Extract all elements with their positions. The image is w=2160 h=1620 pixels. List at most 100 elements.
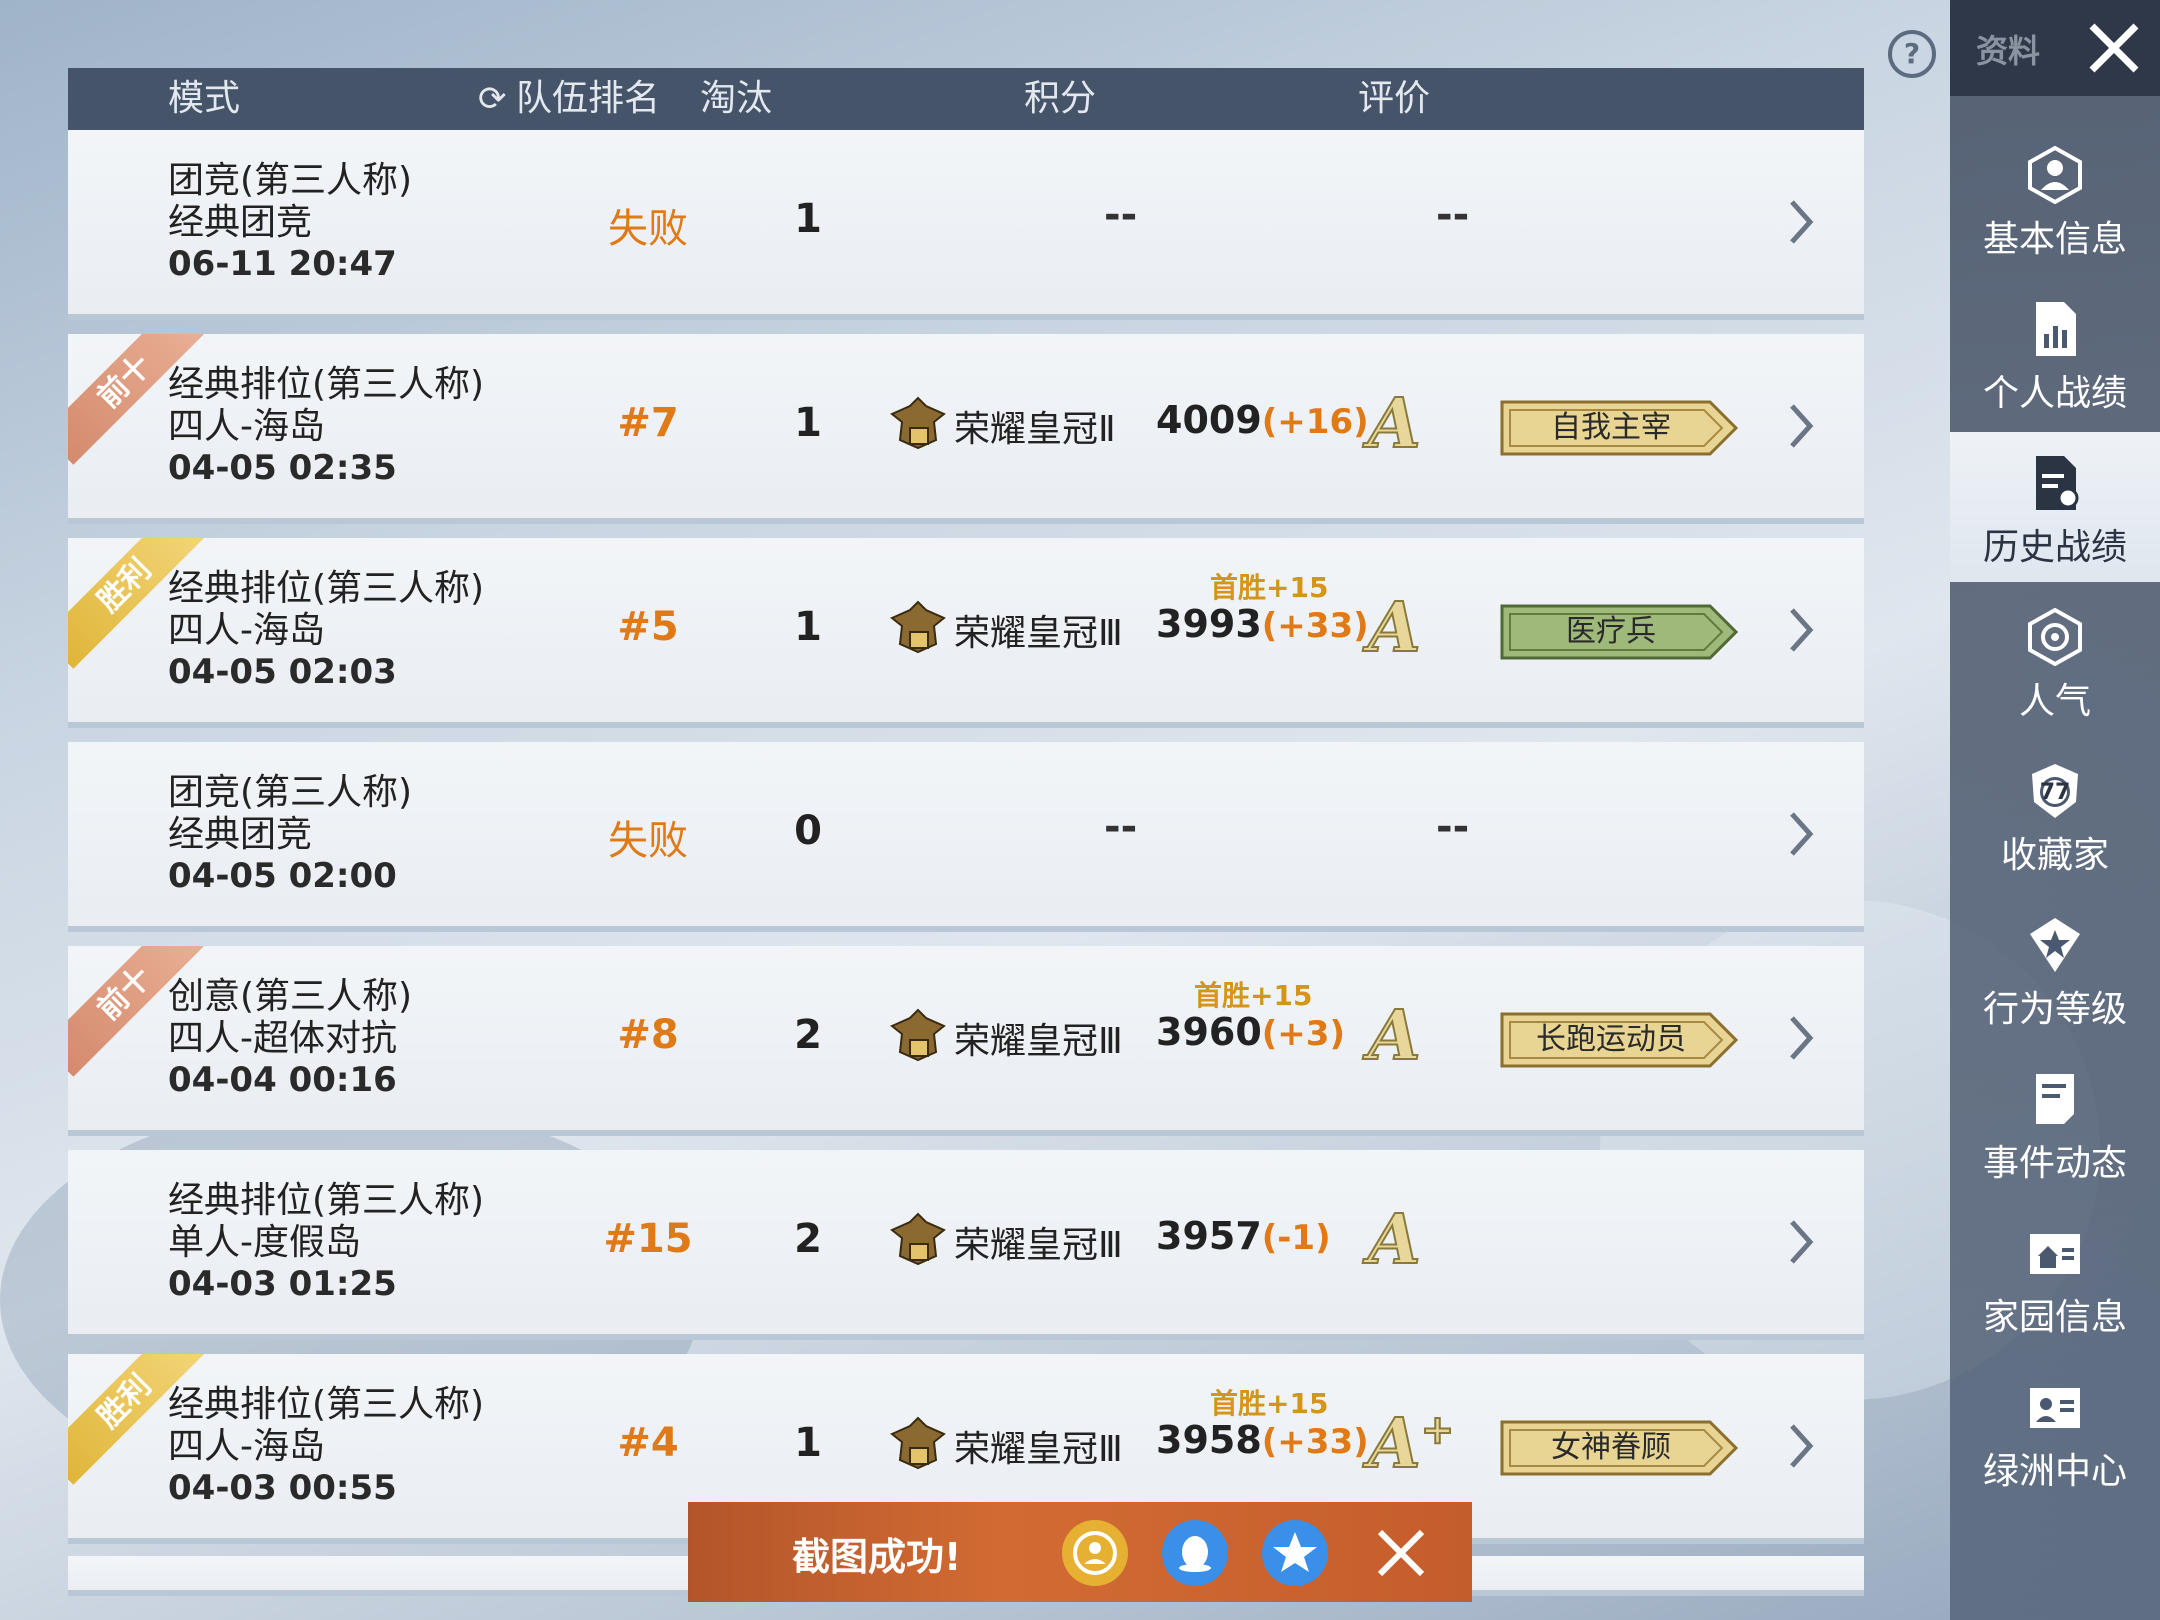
mode-line1: 经典排位(第三人称): [168, 1180, 485, 1221]
header-eliminations: 淘汰: [700, 78, 773, 119]
match-date: 06-11 20:47: [168, 244, 397, 284]
score-delta: (+33): [1261, 1422, 1369, 1462]
match-row[interactable]: 团竞(第三人称) 经典团竞 04-05 02:00 失败 0 -- --: [68, 742, 1864, 932]
sidebar-item-label: 基本信息: [1982, 219, 2127, 260]
header-score: 积分: [1024, 78, 1097, 119]
share-qq-icon[interactable]: [1162, 1520, 1228, 1586]
mode-line2: 经典团竞: [168, 202, 313, 243]
title-badge[interactable]: 女神眷顾: [1500, 1420, 1740, 1476]
sidebar-item-personal-stats[interactable]: 个人战绩: [1950, 278, 2160, 428]
match-row[interactable]: 胜利 经典排位(第三人称) 四人-海岛 04-05 02:03 #5 1 首胜+1…: [68, 538, 1864, 728]
sidebar: 资料 基本信息 个人战绩 历史战绩 人气 77 收藏家 行为等级 事件动态 家园…: [1950, 0, 2160, 1620]
score: 3957(-1): [1156, 1214, 1331, 1258]
tier-name: 荣耀皇冠Ⅲ: [954, 613, 1123, 654]
table-header: 模式 ⟳ 队伍排名 淘汰 积分 评价: [68, 68, 1864, 130]
close-icon[interactable]: [2084, 18, 2144, 78]
sidebar-item-popularity[interactable]: 人气: [1950, 586, 2160, 736]
match-date: 04-05 02:35: [168, 448, 397, 488]
chevron-right-icon[interactable]: [1780, 1008, 1820, 1068]
first-win-bonus: 首胜+15: [1210, 1387, 1329, 1420]
rating-dash: --: [1436, 804, 1470, 850]
crown-tier-icon: [890, 396, 946, 450]
match-row[interactable]: 前十 经典排位(第三人称) 四人-海岛 04-05 02:35 #7 1 荣耀皇冠…: [68, 334, 1864, 524]
score-value: 3993: [1156, 602, 1262, 646]
chevron-right-icon[interactable]: [1780, 600, 1820, 660]
mode-line1: 团竞(第三人称): [168, 772, 413, 813]
mode-line2: 单人-度假岛: [168, 1222, 361, 1263]
mode-line1: 经典排位(第三人称): [168, 364, 485, 405]
match-mode: 团竞(第三人称) 经典团竞: [168, 772, 412, 856]
score-value: 4009: [1156, 398, 1262, 442]
close-icon[interactable]: [1374, 1526, 1428, 1580]
score: 3960(+3): [1156, 1010, 1345, 1054]
score-value: 3957: [1156, 1214, 1262, 1258]
sidebar-item-label: 行为等级: [1982, 989, 2127, 1030]
score-dash: --: [1104, 192, 1138, 238]
event-icon: [2036, 1074, 2074, 1124]
grade-plus: +: [1420, 1405, 1455, 1454]
share-friends-icon[interactable]: [1062, 1520, 1128, 1586]
sidebar-item-history[interactable]: 历史战绩: [1950, 432, 2160, 582]
crown-tier-icon: [890, 1416, 946, 1470]
header-mode: 模式: [168, 78, 241, 119]
crown-tier-icon: [890, 1008, 946, 1062]
refresh-icon[interactable]: ⟳: [478, 68, 507, 130]
sidebar-item-events[interactable]: 事件动态: [1950, 1048, 2160, 1198]
chevron-right-icon[interactable]: [1780, 1416, 1820, 1476]
mode-line1: 经典排位(第三人称): [168, 568, 485, 609]
badge-label: 女神眷顾: [1551, 1430, 1671, 1465]
share-qzone-icon[interactable]: [1262, 1520, 1328, 1586]
score-delta: (-1): [1261, 1218, 1331, 1258]
match-row[interactable]: 前十 创意(第三人称) 四人-超体对抗 04-04 00:16 #8 2 首胜+1…: [68, 946, 1864, 1136]
match-row[interactable]: 团竞(第三人称) 经典团竞 06-11 20:47 失败 1 -- --: [68, 130, 1864, 320]
match-mode: 团竞(第三人称) 经典团竞: [168, 160, 412, 244]
sidebar-item-label: 绿洲中心: [1982, 1451, 2127, 1492]
chevron-right-icon[interactable]: [1780, 1212, 1820, 1272]
chevron-right-icon[interactable]: [1780, 804, 1820, 864]
sidebar-item-collector[interactable]: 77 收藏家: [1950, 740, 2160, 890]
match-mode: 经典排位(第三人称) 四人-海岛: [168, 568, 484, 652]
title-badge[interactable]: 医疗兵: [1500, 604, 1740, 660]
mode-line1: 创意(第三人称): [168, 976, 413, 1017]
title-badge[interactable]: 自我主宰: [1500, 400, 1740, 456]
screenshot-toast: 截图成功!: [688, 1502, 1472, 1602]
grade-letter: A: [1367, 1403, 1422, 1485]
match-row[interactable]: 经典排位(第三人称) 单人-度假岛 04-03 01:25 #15 2 荣耀皇冠Ⅲ…: [68, 1150, 1864, 1340]
header-team-rank: 队伍排名: [516, 78, 661, 119]
mode-line2: 四人-超体对抗: [168, 1018, 397, 1059]
badge-label: 医疗兵: [1566, 614, 1656, 649]
mode-line2: 经典团竞: [168, 814, 313, 855]
crown-tier-icon: [890, 600, 946, 654]
sidebar-item-basic-info[interactable]: 基本信息: [1950, 124, 2160, 274]
sidebar-item-home[interactable]: 家园信息: [1950, 1202, 2160, 1352]
chevron-right-icon[interactable]: [1780, 192, 1820, 252]
rating-dash: --: [1436, 192, 1470, 238]
mode-line2: 四人-海岛: [168, 610, 325, 651]
chart-doc-icon: [2036, 302, 2076, 356]
match-date: 04-04 00:16: [168, 1060, 397, 1100]
score: 3993(+33): [1156, 602, 1369, 646]
help-icon[interactable]: ?: [1888, 30, 1936, 78]
tier-name: 荣耀皇冠Ⅲ: [954, 1021, 1123, 1062]
sidebar-item-label: 个人战绩: [1982, 373, 2127, 414]
score-delta: (+3): [1261, 1014, 1345, 1054]
sidebar-item-behavior-level[interactable]: 行为等级: [1950, 894, 2160, 1044]
match-mode: 经典排位(第三人称) 四人-海岛: [168, 1384, 484, 1468]
oasis-icon: [2030, 1388, 2080, 1428]
score: 4009(+16): [1156, 398, 1369, 442]
mode-line1: 团竞(第三人称): [168, 160, 413, 201]
grade: A: [1367, 1199, 1422, 1281]
sidebar-item-label: 人气: [2018, 681, 2091, 722]
score-dash: --: [1104, 804, 1138, 850]
sidebar-item-oasis[interactable]: 绿洲中心: [1950, 1356, 2160, 1506]
toast-message: 截图成功!: [792, 1535, 962, 1579]
match-mode: 创意(第三人称) 四人-超体对抗: [168, 976, 412, 1060]
grade: A: [1367, 995, 1422, 1077]
chevron-right-icon[interactable]: [1780, 396, 1820, 456]
eliminations: 1: [794, 196, 822, 242]
score: 3958(+33): [1156, 1418, 1369, 1462]
sidebar-item-label: 收藏家: [2000, 835, 2109, 876]
title-badge[interactable]: 长跑运动员: [1500, 1012, 1740, 1068]
first-win-bonus: 首胜+15: [1194, 979, 1313, 1012]
match-date: 04-03 00:55: [168, 1468, 397, 1508]
